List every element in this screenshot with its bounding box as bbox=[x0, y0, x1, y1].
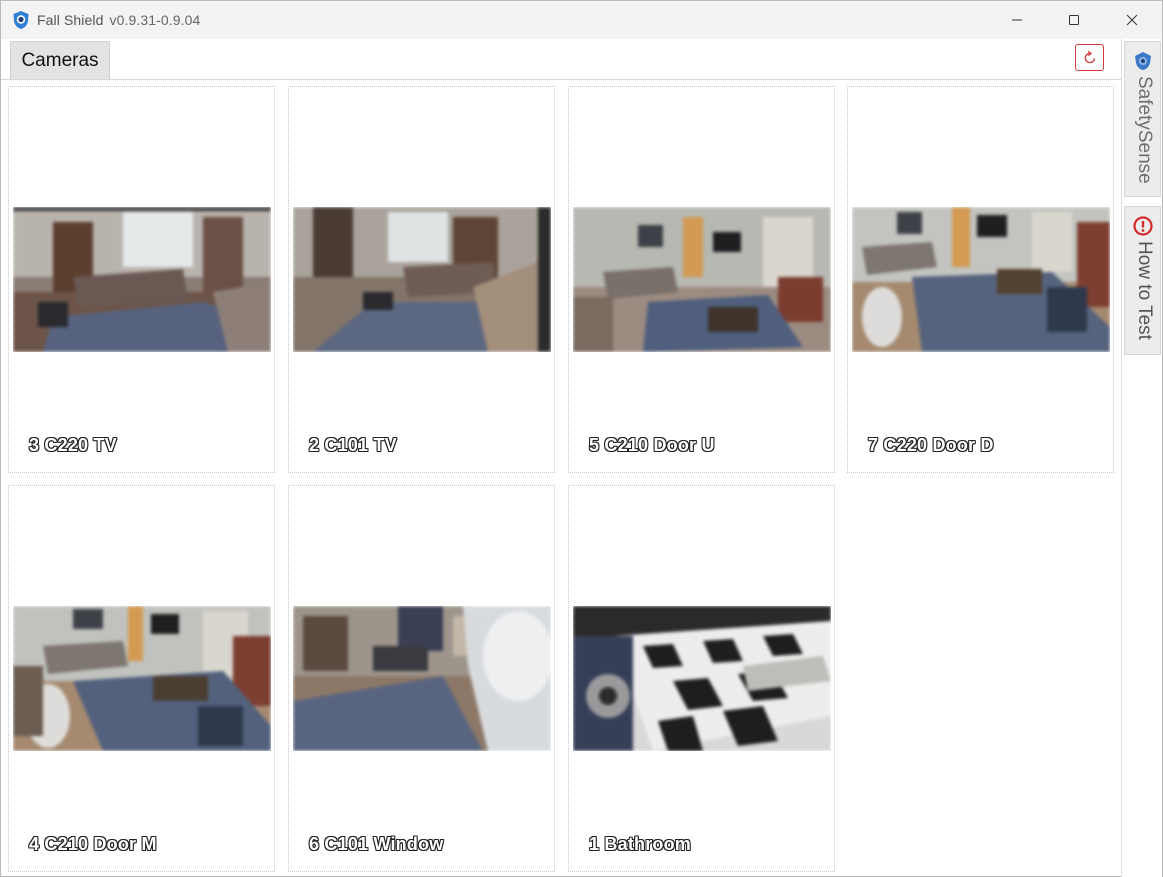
safetysense-label: SafetySense bbox=[1134, 76, 1155, 184]
right-sidebar: SafetySense How to Test bbox=[1121, 39, 1162, 877]
camera-thumbnail[interactable] bbox=[573, 207, 831, 352]
camera-card[interactable]: 5 C210 Door U bbox=[568, 86, 835, 473]
title-bar[interactable]: Fall Shield v0.9.31-0.9.04 bbox=[1, 1, 1162, 39]
camera-card[interactable]: 6 C101 Window bbox=[288, 485, 555, 872]
minimize-button[interactable] bbox=[988, 1, 1046, 39]
camera-card[interactable]: 2 C101 TV bbox=[288, 86, 555, 473]
maximize-button[interactable] bbox=[1045, 1, 1103, 39]
camera-label: 7 C220 Door D bbox=[868, 435, 994, 455]
maximize-icon bbox=[1069, 15, 1079, 25]
camera-card[interactable]: 4 C210 Door M bbox=[8, 485, 275, 872]
camera-card[interactable]: 7 C220 Door D bbox=[847, 86, 1114, 473]
sidebar-tab-safetysense[interactable]: SafetySense bbox=[1124, 41, 1161, 197]
close-icon bbox=[1126, 14, 1138, 26]
camera-thumbnail[interactable] bbox=[573, 606, 831, 751]
refresh-button[interactable] bbox=[1075, 44, 1104, 71]
camera-label: 2 C101 TV bbox=[309, 435, 397, 455]
sidebar-tab-how-to-test[interactable]: How to Test bbox=[1124, 206, 1161, 355]
window-title: Fall Shield v0.9.31-0.9.04 bbox=[37, 12, 200, 28]
camera-label: 1 Bathroom bbox=[589, 834, 692, 854]
camera-thumbnail[interactable] bbox=[852, 207, 1110, 352]
alert-icon bbox=[1133, 216, 1153, 236]
tab-cameras[interactable]: Cameras bbox=[10, 41, 110, 79]
camera-label: 4 C210 Door M bbox=[29, 834, 157, 854]
camera-label: 6 C101 Window bbox=[309, 834, 444, 854]
camera-card[interactable]: 3 C220 TV bbox=[8, 86, 275, 473]
camera-thumbnail[interactable] bbox=[13, 207, 271, 352]
tab-bar: Cameras bbox=[1, 39, 1121, 80]
camera-card[interactable]: 1 Bathroom bbox=[568, 485, 835, 872]
camera-thumbnail[interactable] bbox=[293, 606, 551, 751]
minimize-icon bbox=[1012, 19, 1022, 21]
app-name: Fall Shield bbox=[37, 12, 104, 28]
app-window: Fall Shield v0.9.31-0.9.04 Cameras 3 C22… bbox=[0, 0, 1163, 877]
safetysense-icon bbox=[1133, 51, 1153, 71]
app-shield-icon bbox=[12, 10, 30, 30]
camera-thumbnail[interactable] bbox=[293, 207, 551, 352]
camera-label: 3 C220 TV bbox=[29, 435, 117, 455]
app-version: v0.9.31-0.9.04 bbox=[109, 12, 201, 28]
close-button[interactable] bbox=[1103, 1, 1161, 39]
refresh-icon bbox=[1084, 50, 1095, 63]
how-to-test-label: How to Test bbox=[1134, 241, 1155, 340]
camera-label: 5 C210 Door U bbox=[589, 435, 715, 455]
camera-thumbnail[interactable] bbox=[13, 606, 271, 751]
